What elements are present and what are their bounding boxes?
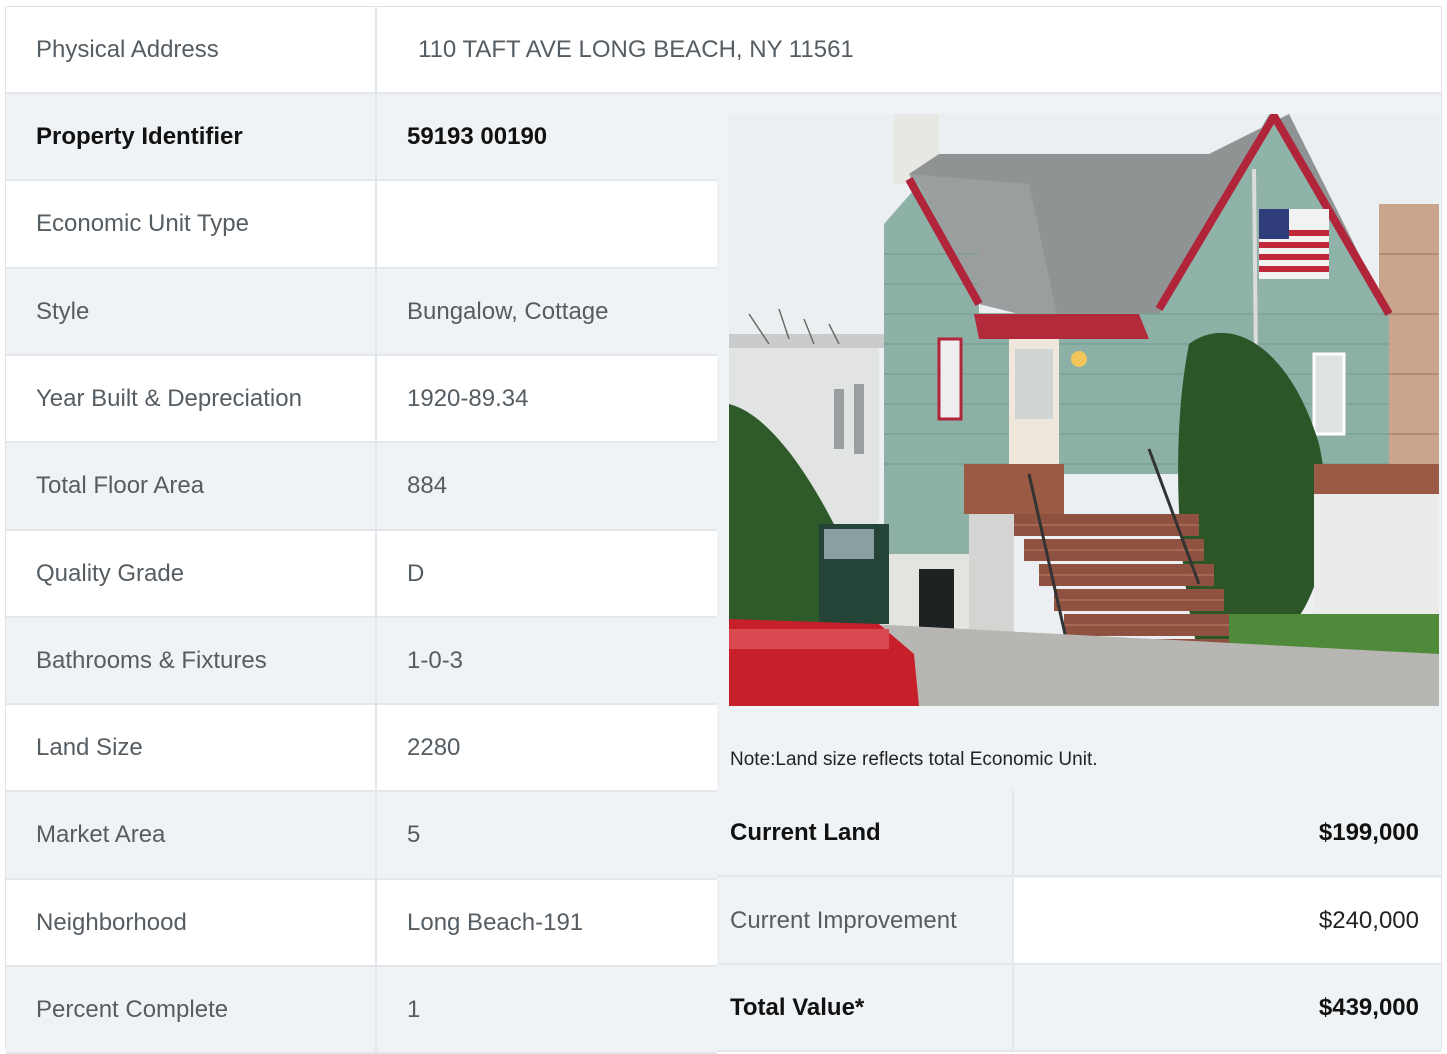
detail-value-cell: 884 [377,443,717,531]
valuation-amount-cell: $240,000 [1012,878,1441,965]
house-photo [729,114,1439,706]
detail-label: Quality Grade [36,559,185,587]
detail-value-cell: Bungalow, Cottage [377,269,717,356]
physical-address-value: 110 TAFT AVE LONG BEACH, NY 11561 [418,35,854,63]
detail-value-cell: 59193 00190 [377,94,717,181]
detail-label-cell: Property Identifier [6,94,375,181]
detail-label: Market Area [36,821,166,848]
detail-value-cell [377,181,717,269]
physical-address-label-cell: Physical Address [6,7,375,94]
detail-label: Bathrooms & Fixtures [36,646,267,674]
valuation-label: Total Value* [730,993,865,1021]
detail-value-cell: 5 [377,792,717,880]
detail-label: Total Floor Area [36,472,205,499]
detail-label-cell: Style [6,269,375,356]
detail-value-cell: 1920-89.34 [377,356,717,443]
detail-value: 59193 00190 [407,122,548,150]
valuation-label-cell: Current Improvement [717,878,1012,965]
valuation-amount-cell: $199,000 [1012,790,1441,877]
detail-value: 884 [407,472,448,499]
detail-label-cell: Bathrooms & Fixtures [6,618,375,705]
valuation-label: Current Improvement [730,906,957,934]
detail-label-cell: Year Built & Depreciation [6,356,375,443]
detail-label: Economic Unit Type [36,210,249,237]
detail-value: 2280 [407,733,461,761]
valuation-amount: $439,000 [1318,993,1419,1021]
detail-value-cell: 1 [377,967,717,1054]
detail-value-cell: Long Beach-191 [377,880,717,967]
detail-label-cell: Land Size [6,705,375,792]
detail-label-cell: Percent Complete [6,967,375,1054]
valuation-amount-cell: $439,000 [1012,965,1441,1052]
land-size-note: Note:Land size reflects total Economic U… [730,749,1098,770]
detail-label: Style [36,297,90,325]
detail-label: Percent Complete [36,995,229,1023]
detail-label: Neighborhood [36,908,187,936]
detail-value: Bungalow, Cottage [407,297,609,325]
detail-label: Year Built & Depreciation [36,384,302,412]
physical-address-value-cell: 110 TAFT AVE LONG BEACH, NY 11561 [377,7,1441,94]
valuation-label-cell: Current Land [717,790,1012,877]
detail-label-cell: Neighborhood [6,880,375,967]
detail-value-cell: 1-0-3 [377,618,717,705]
detail-value-cell: D [377,531,717,618]
detail-value: 1-0-3 [407,646,464,674]
physical-address-label: Physical Address [36,35,219,63]
detail-label: Land Size [36,733,143,761]
detail-label: Property Identifier [36,122,243,150]
detail-value: Long Beach-191 [407,908,584,936]
valuation-amount: $199,000 [1318,818,1419,846]
detail-value: 1 [407,995,421,1023]
detail-value: 1920-89.34 [407,384,529,412]
detail-label-cell: Economic Unit Type [6,181,375,269]
detail-value: D [407,559,425,587]
valuation-label: Current Land [730,818,881,846]
detail-label-cell: Total Floor Area [6,443,375,531]
valuation-amount: $240,000 [1318,906,1419,934]
house-photo-icon [729,114,1439,706]
detail-label-cell: Market Area [6,792,375,880]
detail-value: 5 [407,821,421,848]
detail-label-cell: Quality Grade [6,531,375,618]
detail-value-cell: 2280 [377,705,717,792]
valuation-label-cell: Total Value* [717,965,1012,1052]
photo-and-valuation-panel: Note:Land size reflects total Economic U… [717,94,1441,1052]
